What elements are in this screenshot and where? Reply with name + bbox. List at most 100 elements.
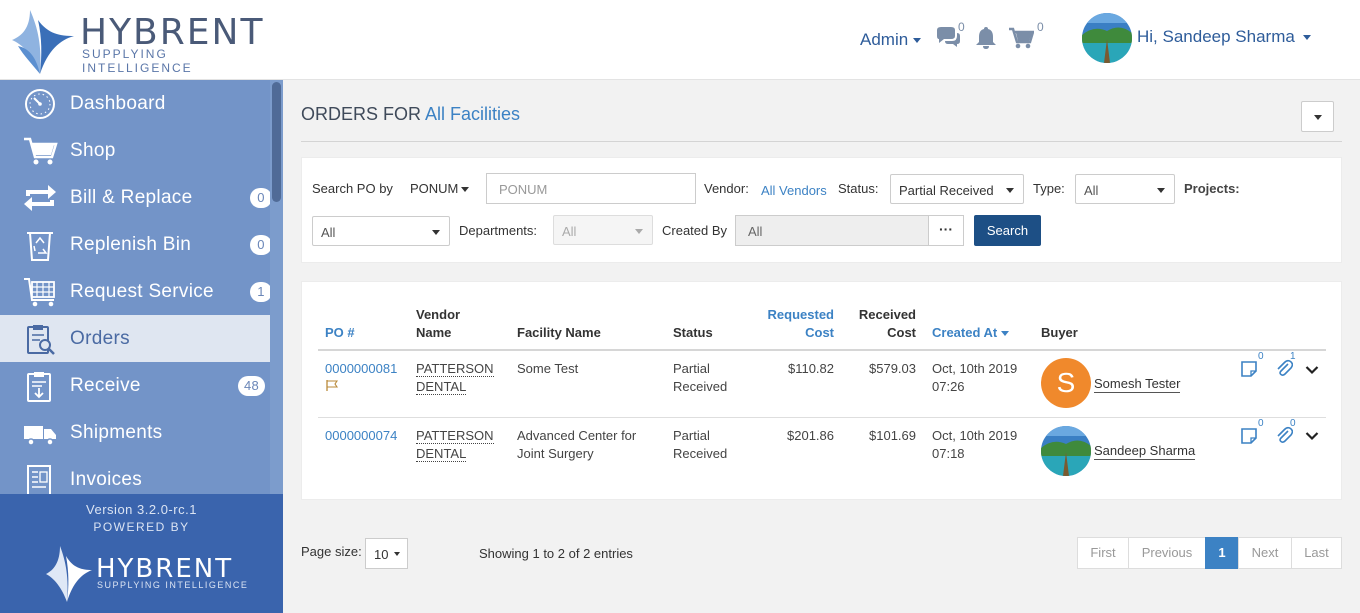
pager-last-button[interactable]: Last: [1291, 537, 1342, 569]
chevron-down-icon: [1157, 188, 1165, 193]
status-select-value: Partial Received: [899, 183, 994, 198]
sidebar-item-label: Bill & Replace: [70, 187, 193, 208]
requested-cost: $110.82: [787, 361, 834, 376]
pager-page-1-button[interactable]: 1: [1205, 537, 1239, 569]
departments-select[interactable]: All: [553, 215, 653, 245]
hybrent-logo[interactable]: HYBRENT SUPPLYING INTELLIGENCE: [0, 0, 283, 80]
created-by-label: Created By: [662, 223, 728, 238]
expand-row-chevron-icon[interactable]: [1305, 431, 1319, 441]
bell-icon[interactable]: [974, 26, 998, 50]
column-header-created-at[interactable]: Created At: [932, 324, 1010, 342]
po-number-link[interactable]: 0000000074: [325, 427, 397, 445]
powered-by-label: POWERED BY: [93, 520, 190, 534]
search-po-placeholder: PONUM: [499, 182, 548, 197]
expand-row-chevron-icon[interactable]: [1305, 365, 1319, 375]
search-po-type-dropdown[interactable]: PONUM: [410, 181, 470, 196]
note-icon[interactable]: [1240, 427, 1258, 445]
buyer-avatar: S: [1041, 358, 1091, 408]
user-avatar[interactable]: [1082, 13, 1132, 63]
sidebar-item-request-service[interactable]: Request Service 1: [0, 268, 270, 315]
facility-selector-link[interactable]: All Facilities: [425, 104, 520, 124]
column-header-po[interactable]: PO #: [325, 324, 355, 342]
column-header-buyer: Buyer: [1041, 325, 1078, 340]
page-size-select[interactable]: 10: [365, 538, 408, 569]
vendor-selector-link[interactable]: All Vendors: [761, 183, 827, 198]
column-header-received-line1: Received: [858, 307, 916, 322]
column-header-received-line2: Cost: [887, 325, 916, 340]
sidebar-item-orders[interactable]: Orders: [0, 315, 270, 362]
order-status: Partial Received: [673, 427, 727, 463]
notes-count: 0: [1258, 418, 1264, 429]
sidebar-scrollbar-thumb[interactable]: [272, 82, 281, 202]
sidebar-item-replenish-bin[interactable]: Replenish Bin 0: [0, 221, 270, 268]
pager-first-button[interactable]: First: [1077, 537, 1129, 569]
sidebar-item-receive[interactable]: Receive 48: [0, 362, 270, 409]
column-header-status: Status: [673, 325, 713, 340]
created-at-time: 07:18: [932, 446, 965, 461]
order-status-line2: Received: [673, 379, 728, 394]
type-label: Type:: [1033, 181, 1065, 196]
column-header-requested-cost[interactable]: Requested Cost: [744, 306, 834, 342]
order-status-line1: Partial: [673, 361, 710, 376]
search-po-input[interactable]: PONUM: [486, 173, 696, 204]
buyer-name-link[interactable]: Somesh Tester: [1094, 375, 1181, 393]
filter-panel: [301, 157, 1342, 263]
vendor-name-line2: DENTAL: [416, 379, 467, 395]
search-button[interactable]: Search: [974, 215, 1041, 246]
po-number-link[interactable]: 0000000081: [325, 360, 397, 378]
chevron-down-icon: [1302, 35, 1311, 41]
projects-select-value: All: [321, 225, 336, 240]
sidebar-item-shipments[interactable]: Shipments: [0, 409, 270, 456]
cart-icon[interactable]: [1008, 26, 1034, 50]
sidebar-item-invoices[interactable]: Invoices: [0, 456, 270, 494]
created-at-time: 07:26: [932, 379, 965, 394]
pager-previous-button[interactable]: Previous: [1128, 537, 1206, 569]
departments-select-value: All: [562, 224, 577, 239]
search-po-type-value: PONUM: [410, 181, 459, 196]
clipboard-search-icon: [27, 325, 55, 355]
sidebar-item-label: Orders: [70, 328, 130, 349]
buyer-name-link[interactable]: Sandeep Sharma: [1094, 442, 1196, 460]
sidebar-item-badge: 0: [250, 235, 270, 255]
flag-icon[interactable]: [326, 380, 339, 391]
page-size-label: Page size:: [301, 544, 362, 559]
sidebar-item-shop[interactable]: Shop: [0, 127, 270, 174]
note-icon[interactable]: [1240, 360, 1258, 378]
admin-menu[interactable]: Admin: [860, 30, 922, 50]
sidebar-item-label: Replenish Bin: [70, 234, 192, 255]
created-at-date: Oct, 10th 2019: [932, 361, 1018, 376]
sidebar-item-badge: 0: [250, 188, 270, 208]
type-select[interactable]: All: [1075, 174, 1175, 204]
sidebar-scrollbar[interactable]: [270, 80, 283, 494]
table-row-divider: [318, 417, 1326, 418]
sidebar-item-label: Dashboard: [70, 93, 166, 114]
pager-next-button[interactable]: Next: [1238, 537, 1292, 569]
created-at: Oct, 10th 2019 07:18: [932, 427, 1017, 463]
status-select[interactable]: Partial Received: [890, 174, 1024, 204]
brand-tagline: SUPPLYING INTELLIGENCE: [82, 47, 193, 75]
table-header-divider: [318, 349, 1326, 351]
chevron-down-icon: [461, 187, 470, 193]
facility-name-line1: Some Test: [517, 361, 579, 376]
user-menu[interactable]: Hi, Sandeep Sharma: [1137, 27, 1311, 47]
column-header-vendor-line2: Name: [416, 325, 452, 340]
attachments-count: 0: [1290, 418, 1296, 429]
projects-select[interactable]: All: [312, 216, 450, 246]
sidebar-item-dashboard[interactable]: Dashboard: [0, 80, 270, 127]
received-cost: $101.69: [869, 428, 916, 443]
sidebar-item-bill-replace[interactable]: Bill & Replace 0: [0, 174, 270, 221]
column-header-requested-line1: Requested: [767, 307, 834, 322]
column-header-received-cost: Received Cost: [836, 306, 916, 342]
created-by-picker-button[interactable]: ···: [928, 215, 964, 246]
attachments-count: 1: [1290, 351, 1296, 362]
vendor-name[interactable]: PATTERSON DENTAL: [416, 360, 494, 396]
cart-icon: [24, 137, 58, 165]
sidebar-item-label: Shop: [70, 140, 116, 161]
chevron-down-icon: [913, 38, 922, 44]
recycle-bin-icon: [27, 232, 53, 261]
buyer-avatar: [1041, 426, 1091, 476]
created-by-field[interactable]: All: [735, 215, 929, 246]
vendor-name[interactable]: PATTERSON DENTAL: [416, 427, 494, 463]
column-header-vendor: Vendor Name: [416, 306, 460, 342]
page-options-dropdown-button[interactable]: [1301, 101, 1334, 132]
